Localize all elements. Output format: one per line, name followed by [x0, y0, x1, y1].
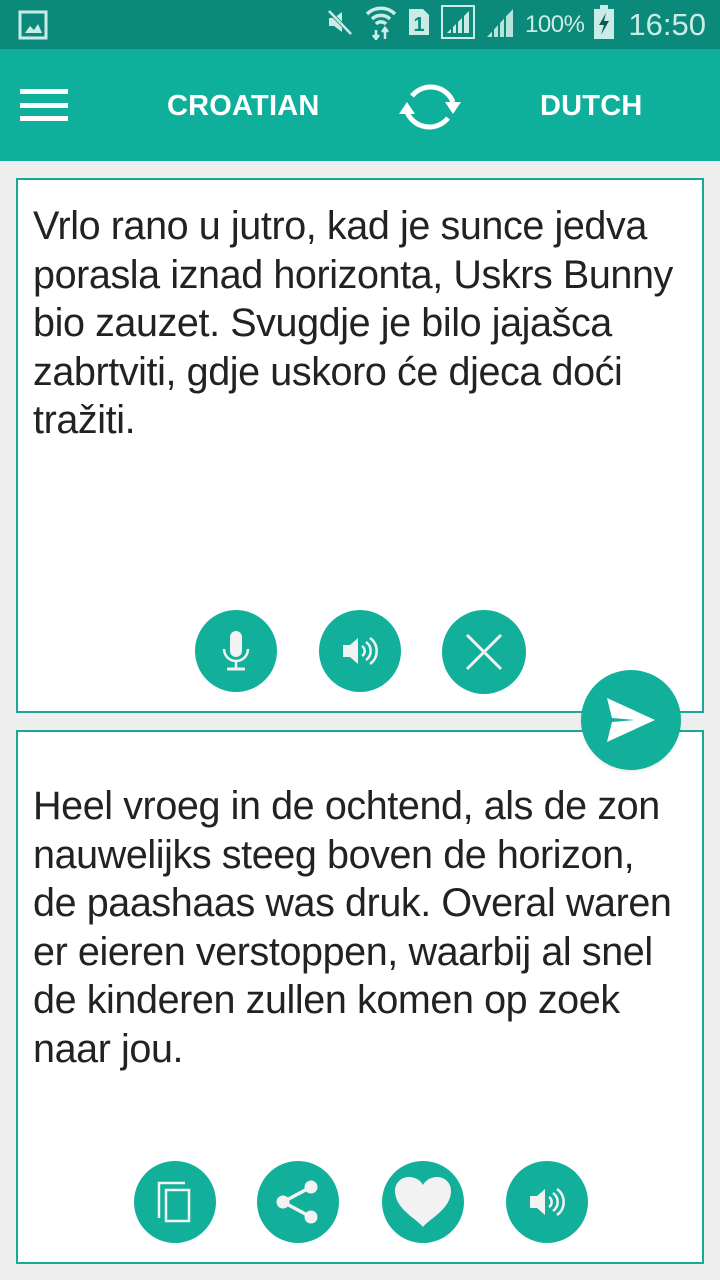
- battery-charging-icon: [594, 5, 615, 44]
- favorite-button[interactable]: [382, 1161, 464, 1243]
- copy-icon: [157, 1181, 191, 1223]
- sim-1-icon: 1: [407, 7, 431, 42]
- status-icons: 1 100% 16:50: [325, 0, 706, 49]
- send-icon: [607, 698, 655, 742]
- source-text-input[interactable]: Vrlo rano u jutro, kad je sunce jedva po…: [33, 202, 684, 445]
- copy-button[interactable]: [134, 1161, 216, 1243]
- translated-text: Heel vroeg in de ochtend, als de zon nau…: [33, 784, 672, 1071]
- mute-icon: [325, 7, 355, 42]
- source-text-panel[interactable]: Vrlo rano u jutro, kad je sunce jedva po…: [16, 178, 704, 713]
- gallery-notification-icon: [18, 0, 48, 49]
- speak-target-button[interactable]: [506, 1161, 588, 1243]
- share-button[interactable]: [257, 1161, 339, 1243]
- swap-languages-icon[interactable]: [395, 74, 465, 140]
- signal-sim1-icon: [441, 5, 476, 44]
- clear-button[interactable]: [442, 610, 526, 694]
- speaker-icon: [343, 636, 378, 666]
- status-bar: 1 100% 16:50: [0, 0, 720, 49]
- battery-percent: 100%: [525, 10, 585, 38]
- svg-text:1: 1: [413, 14, 424, 36]
- speak-source-button[interactable]: [319, 610, 401, 692]
- close-icon: [465, 633, 503, 671]
- app-bar: CROATIAN DUTCH: [0, 49, 720, 161]
- translation-panel: Heel vroeg in de ochtend, als de zon nau…: [16, 730, 704, 1264]
- signal-sim2-icon: [485, 5, 515, 44]
- share-icon: [276, 1180, 318, 1224]
- wifi-data-icon: [365, 4, 397, 45]
- heart-icon: [395, 1177, 451, 1227]
- translate-button[interactable]: [581, 670, 681, 770]
- hamburger-menu-icon[interactable]: [14, 77, 74, 135]
- speaker-icon: [530, 1187, 565, 1217]
- microphone-button[interactable]: [195, 610, 277, 692]
- source-language-button[interactable]: CROATIAN: [167, 49, 320, 161]
- microphone-icon: [222, 631, 250, 671]
- target-language-button[interactable]: DUTCH: [540, 49, 643, 161]
- clock: 16:50: [628, 6, 706, 42]
